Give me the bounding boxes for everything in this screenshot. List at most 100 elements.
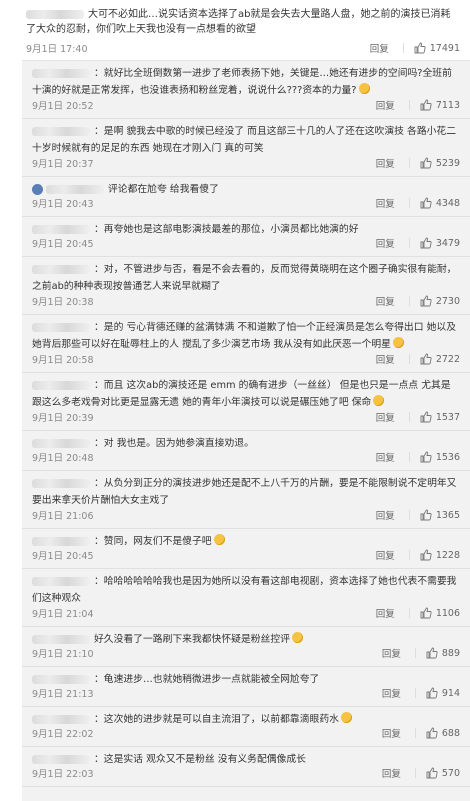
divider [408,296,410,306]
reply-meta: 9月1日 21:06 回复 1365 [32,506,460,524]
like-count: 914 [441,687,460,699]
redacted-username [32,126,90,136]
like-count: 1536 [435,451,460,463]
reply-text: ：是啊 貌我去中歌的时候已经没了 而且这部三十几的人了还在这吹演技 各路小花二十… [22,119,470,157]
reply-list: ：就好比全班倒数第一进步了老师表扬下她，关键是…她还有进步的空间吗?全班前十演的… [22,60,470,801]
reply-button[interactable]: 回复 [376,156,395,170]
reply-button[interactable]: 回复 [382,646,401,660]
thumbs-up-icon [420,157,432,169]
reply-meta: 9月1日 20:43 回复 4348 [32,194,460,212]
reply-item: ：龟速进步…也就她稍微进步一点就能被全网尬夸了 9月1日 21:13 回复 914 [22,667,470,707]
emoji-icon [373,395,385,406]
reply-item: ：是的 亏心背德还赚的盆满钵满 不和道歉了怕一个正经演员是怎么夸得出口 她以及她… [22,315,470,373]
like-count: 688 [441,727,460,739]
reply-body: ：而且 这次ab的演技还是 emm 的确有进步（一丝丝） 但是也只是一点点 尤其… [32,380,451,408]
redacted-username [32,576,90,586]
reply-body: ：是啊 貌我去中歌的时候已经没了 而且这部三十几的人了还在这吹演技 各路小花二十… [32,126,457,154]
like-button[interactable]: 688 [426,727,460,739]
reply-item: ：而且 这次ab的演技还是 emm 的确有进步（一丝丝） 但是也只是一点点 尤其… [22,373,470,431]
like-button[interactable]: 4348 [420,197,460,209]
reply-button[interactable]: 回复 [376,606,395,620]
reply-item: 评论都在尬夸 给我看傻了 9月1日 20:43 回复 4348 [22,177,470,217]
like-count: 889 [441,647,460,659]
divider [414,688,416,698]
like-button[interactable]: 1365 [420,509,460,521]
redacted-username [32,224,90,234]
timestamp: 9月1日 20:52 [32,101,94,112]
reply-item: ：哈哈哈哈哈哈我也是因为她所以没有看这部电视剧，资本选择了她也代表不需要我们这种… [22,569,470,627]
reply-meta: 9月1日 20:52 回复 7113 [32,96,460,114]
reply-button[interactable]: 回复 [376,410,395,424]
reply-text: ：哈哈哈哈哈哈我也是因为她所以没有看这部电视剧，资本选择了她也代表不需要我们这种… [22,569,470,607]
reply-text: ：对，不管进步与否，看是不会去看的，反而觉得黄晓明在这个圈子确实很有能耐，之前a… [22,257,470,295]
reply-text: ：而且 这次ab的演技还是 emm 的确有进步（一丝丝） 但是也只是一点点 尤其… [22,373,470,411]
reply-item: ：从负分到正分的演技进步她还是配不上八千万的片酬，要是不能限制说不定明年又要出来… [22,471,470,529]
timestamp: 9月1日 22:02 [32,729,94,740]
reply-button[interactable]: 回复 [370,41,389,55]
reply-button[interactable]: 回复 [382,766,401,780]
thumbs-up-icon [414,42,426,54]
top-comment-meta: 9月1日 17:40 回复 17491 [26,39,460,57]
reply-text: ：就好比全班倒数第一进步了老师表扬下她，关键是…她还有进步的空间吗?全班前十演的… [22,61,470,99]
reply-button[interactable]: 回复 [382,686,401,700]
like-count: 1537 [435,411,460,423]
reply-meta: 9月1日 21:04 回复 1106 [32,604,460,622]
reply-button[interactable]: 回复 [376,450,395,464]
reply-meta: 9月1日 20:38 回复 2730 [32,292,460,310]
timestamp: 9月1日 21:13 [32,689,94,700]
reply-text: ：从负分到正分的演技进步她还是配不上八千万的片酬，要是不能限制说不定明年又要出来… [22,471,470,509]
redacted-username [32,536,90,546]
like-button[interactable]: 2730 [420,295,460,307]
reply-item: ：这是实话 观众又不是粉丝 没有义务配偶像成长 9月1日 22:03 回复 570 [22,747,470,787]
redacted-username [32,674,90,684]
reply-button[interactable]: 回复 [376,98,395,112]
like-button[interactable]: 1536 [420,451,460,463]
like-button[interactable]: 2722 [420,353,460,365]
emoji-icon [340,712,352,723]
reply-button[interactable]: 回复 [382,726,401,740]
like-button[interactable]: 914 [426,687,460,699]
thumbs-up-icon [426,767,438,779]
thumbs-up-icon [420,411,432,423]
like-button[interactable]: 889 [426,647,460,659]
redacted-username [32,634,90,644]
like-button[interactable]: 17491 [414,42,460,54]
reply-button[interactable]: 回复 [376,196,395,210]
reply-button[interactable]: 回复 [376,548,395,562]
timestamp: 9月1日 21:06 [32,511,94,522]
timestamp: 9月1日 17:40 [26,44,88,55]
redacted-username [32,380,90,390]
reply-button[interactable]: 回复 [376,508,395,522]
reply-body: ：是的 亏心背德还赚的盆满钵满 不和道歉了怕一个正经演员是怎么夸得出口 她以及她… [32,322,457,350]
reply-meta: 9月1日 21:13 回复 914 [32,684,460,702]
like-count: 1106 [435,607,460,619]
like-button[interactable]: 570 [426,767,460,779]
reply-button[interactable]: 回复 [376,294,395,308]
reply-button[interactable]: 回复 [376,352,395,366]
redacted-username [26,9,84,19]
thumbs-up-icon [420,509,432,521]
like-count: 1365 [435,509,460,521]
like-button[interactable]: 1106 [420,607,460,619]
thumbs-up-icon [426,647,438,659]
like-button[interactable]: 5239 [420,157,460,169]
top-comment: 大可不必如此…说实话资本选择了ab就是会失去大量路人盘，她之前的演技已消耗了大众… [0,0,470,60]
divider [408,452,410,462]
like-button[interactable]: 3479 [420,237,460,249]
like-count: 7113 [435,99,460,111]
like-count: 5239 [435,157,460,169]
like-count: 2722 [435,353,460,365]
divider [402,43,404,53]
timestamp: 9月1日 20:38 [32,297,94,308]
timestamp: 9月1日 21:04 [32,609,94,620]
like-button[interactable]: 1228 [420,549,460,561]
like-button[interactable]: 1537 [420,411,460,423]
reply-button[interactable]: 回复 [376,236,395,250]
comment-thread: 大可不必如此…说实话资本选择了ab就是会失去大量路人盘，她之前的演技已消耗了大众… [0,0,470,801]
timestamp: 9月1日 20:37 [32,159,94,170]
like-button[interactable]: 7113 [420,99,460,111]
divider [414,728,416,738]
thumbs-up-icon [420,197,432,209]
thumbs-up-icon [420,237,432,249]
reply-item: ：对 我也是。因为她参演直接劝退。 9月1日 20:48 回复 1536 [22,431,470,471]
